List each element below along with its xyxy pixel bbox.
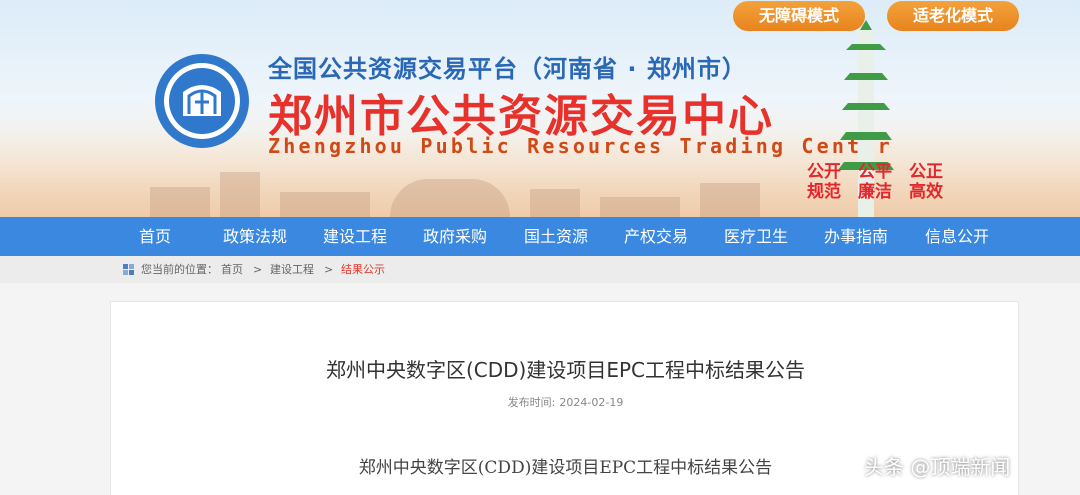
motto-text: 公开 [807,162,841,182]
site-title-english: Zhengzhou Public Resources Trading Cente… [268,134,893,158]
header-banner: 无障碍模式 适老化模式 全国公共资源交易平台（河南省 · 郑州市） 郑州市公共资… [0,0,1080,217]
nav-item-guide[interactable]: 办事指南 [816,217,896,256]
motto-text: 公正 [909,162,943,182]
breadcrumb: 您当前的位置： 首页 > 建设工程 > 结果公示 [0,256,1080,283]
nav-item-medical[interactable]: 医疗卫生 [716,217,796,256]
trading-center-logo [155,54,249,148]
location-icon [123,264,134,275]
nav-item-land[interactable]: 国土资源 [516,217,596,256]
motto-text: 规范 [807,182,841,202]
nav-item-construction[interactable]: 建设工程 [315,217,395,256]
motto-text: 高效 [909,182,943,202]
watermark: 头条 @顶端新闻 [864,455,1011,479]
breadcrumb-separator: > [253,263,263,276]
elderly-mode-button[interactable]: 适老化模式 [887,1,1019,31]
breadcrumb-construction[interactable]: 建设工程 [270,256,314,283]
motto-text: 公平 [858,162,892,182]
publish-label: 发布时间: [507,396,556,409]
nav-item-disclosure[interactable]: 信息公开 [917,217,997,256]
nav-item-home[interactable]: 首页 [120,217,190,256]
motto-text: 廉洁 [858,182,892,202]
breadcrumb-separator: > [324,263,334,276]
article-title: 郑州中央数字区(CDD)建设项目EPC工程中标结果公告 [325,358,806,382]
nav-item-procurement[interactable]: 政府采购 [415,217,495,256]
breadcrumb-prefix: 您当前的位置： [141,263,218,276]
motto-column-3: 公正 高效 [906,162,946,202]
city-skyline [150,150,800,217]
motto-column-1: 公开 规范 [804,162,844,202]
platform-subtitle: 全国公共资源交易平台（河南省 · 郑州市） [268,55,747,83]
motto-column-2: 公平 廉洁 [855,162,895,202]
breadcrumb-current: 结果公示 [341,263,385,276]
nav-item-policy[interactable]: 政策法规 [215,217,295,256]
publish-date: 2024-02-19 [559,396,624,409]
nav-item-property[interactable]: 产权交易 [616,217,696,256]
breadcrumb-home[interactable]: 首页 [221,256,243,283]
publish-info: 发布时间: 2024-02-19 [111,394,1020,410]
main-nav: 首页 政策法规 建设工程 政府采购 国土资源 产权交易 医疗卫生 办事指南 信息… [0,217,1080,256]
